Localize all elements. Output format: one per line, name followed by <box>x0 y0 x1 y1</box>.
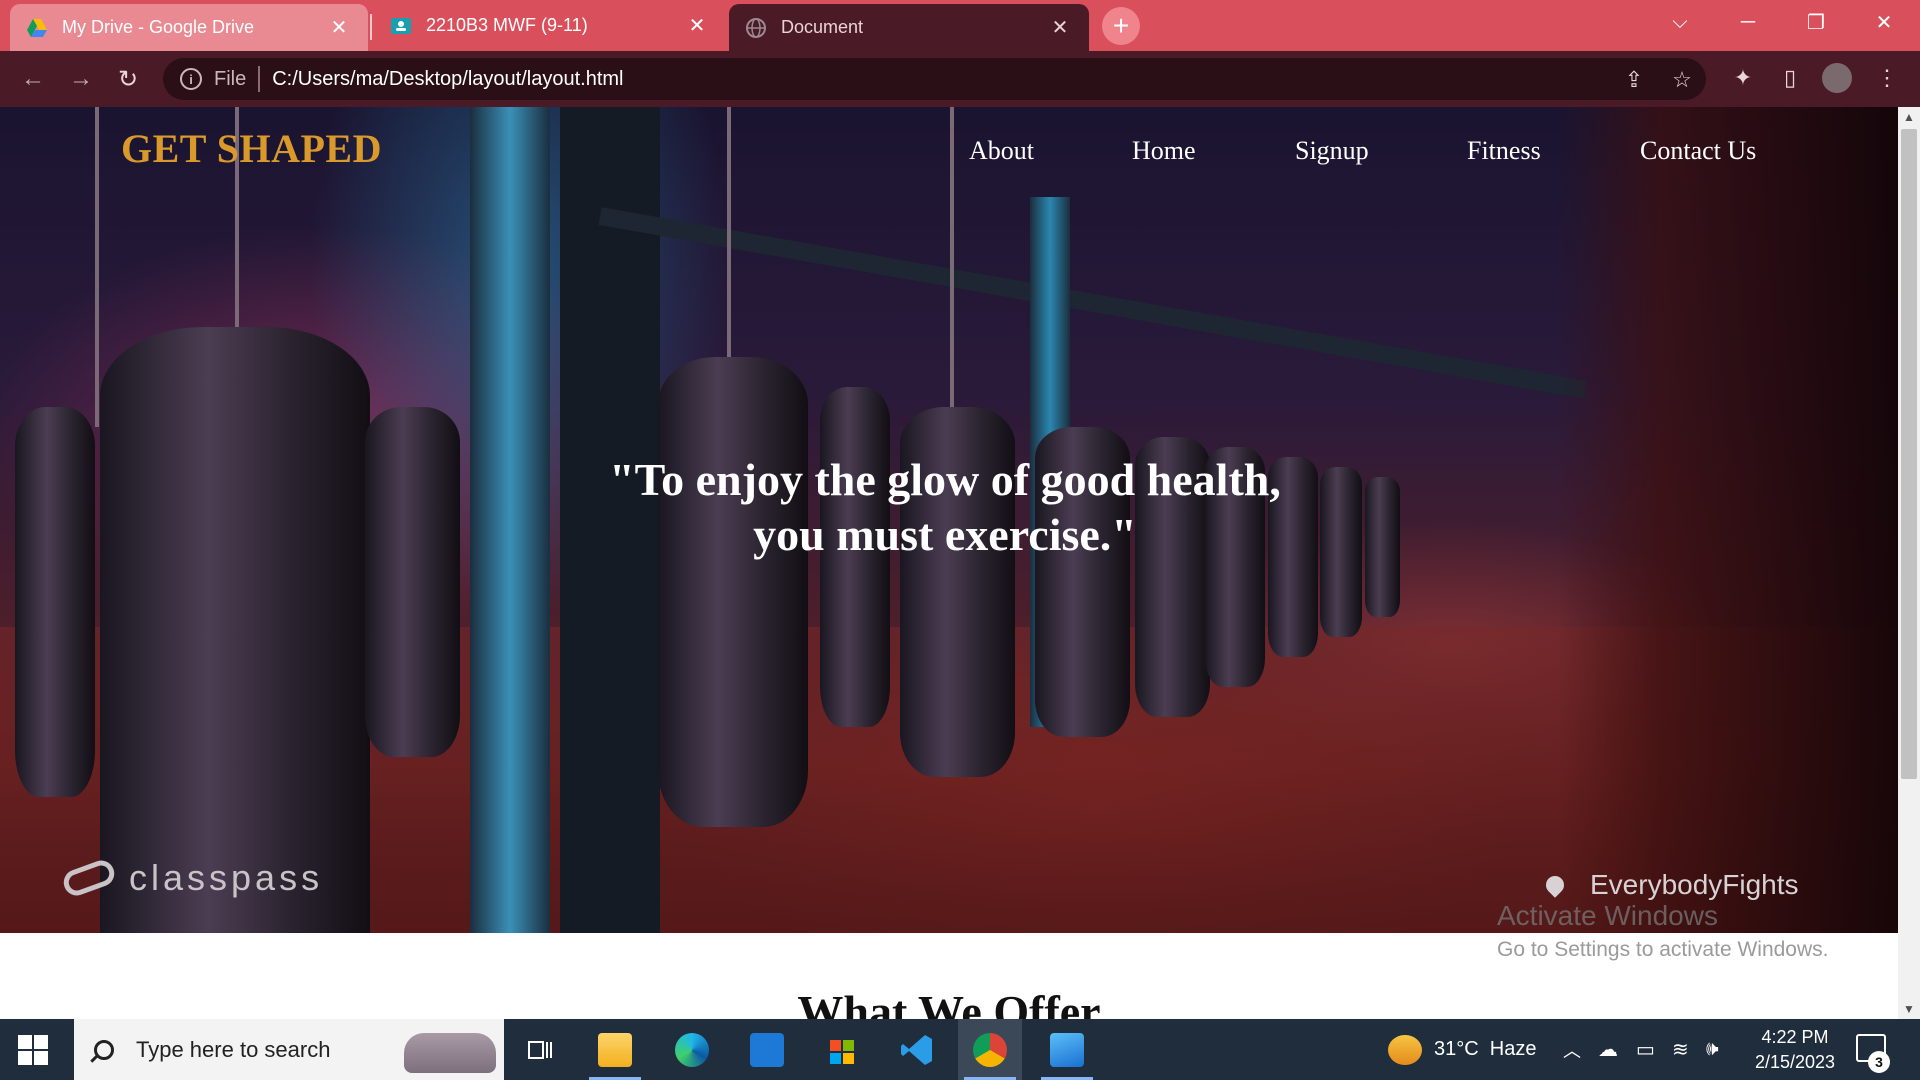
taskbar-clock[interactable]: 4:22 PM 2/15/2023 <box>1740 1025 1850 1075</box>
tab-title: 2210B3 MWF (9-11) <box>426 15 588 35</box>
nav-about[interactable]: About <box>969 136 1034 166</box>
weather-widget[interactable]: 31°C Haze <box>1388 1019 1537 1080</box>
punching-bag <box>1365 477 1400 617</box>
punching-bag <box>365 407 460 757</box>
quote-line-2: you must exercise." <box>753 509 1137 560</box>
quote-line-1: "To enjoy the glow of good health, <box>609 454 1281 505</box>
profile-avatar[interactable] <box>1822 63 1852 93</box>
vscode-icon[interactable] <box>885 1019 949 1080</box>
tab-document[interactable]: Document ✕ <box>729 4 1089 51</box>
forward-icon[interactable]: → <box>65 63 97 95</box>
link-logo-icon <box>60 856 118 900</box>
scroll-up-icon[interactable]: ▲ <box>1898 107 1920 127</box>
wifi-icon[interactable]: ≋ <box>1672 1019 1689 1080</box>
search-highlight-image <box>404 1033 496 1073</box>
nav-contact-us[interactable]: Contact Us <box>1640 136 1756 166</box>
bag-chain <box>95 107 99 427</box>
chrome-icon[interactable] <box>958 1019 1022 1080</box>
mail-icon[interactable] <box>735 1019 799 1080</box>
activate-windows-title: Activate Windows <box>1497 900 1718 931</box>
address-bar[interactable]: i File C:/Users/ma/Desktop/layout/layout… <box>163 58 1706 100</box>
address-url[interactable]: C:/Users/ma/Desktop/layout/layout.html <box>272 68 623 91</box>
photos-icon[interactable] <box>1035 1019 1099 1080</box>
windows-start-icon[interactable] <box>18 1035 48 1065</box>
location-watermark: EverybodyFights <box>1542 869 1799 901</box>
side-panel-icon[interactable]: ▯ <box>1775 63 1805 93</box>
notification-badge: 3 <box>1868 1051 1890 1073</box>
section-title: What We Offer <box>797 986 1101 1019</box>
bag-chain <box>950 107 954 437</box>
back-icon[interactable]: ← <box>17 63 49 95</box>
task-view-icon[interactable] <box>508 1019 572 1080</box>
extensions-icon[interactable]: ✦ <box>1728 63 1758 93</box>
weather-text: 31°C Haze <box>1434 1038 1537 1060</box>
steel-beam <box>470 107 550 933</box>
menu-kebab-icon[interactable]: ⋮ <box>1872 63 1902 93</box>
close-window-icon[interactable]: ✕ <box>1854 0 1914 44</box>
classroom-icon <box>391 17 411 34</box>
tab-search-icon[interactable]: ⌵ <box>1650 0 1710 44</box>
clock-time: 4:22 PM <box>1761 1027 1829 1047</box>
activate-windows-overlay: Activate Windows Go to Settings to activ… <box>1497 900 1829 962</box>
tab-google-drive[interactable]: My Drive - Google Drive ✕ <box>10 4 368 51</box>
scrollbar-thumb[interactable] <box>1901 129 1917 779</box>
tab-classroom[interactable]: 2210B3 MWF (9-11) ✕ <box>374 0 726 51</box>
google-drive-icon <box>27 18 47 37</box>
clock-date: 2/15/2023 <box>1754 1052 1836 1072</box>
browser-toolbar: ← → ↻ i File C:/Users/ma/Desktop/layout/… <box>0 51 1920 107</box>
new-tab-button[interactable]: + <box>1102 7 1140 45</box>
windows-taskbar: Type here to search 31°C Haze ︿ ☁ ▭ ≋ 🕪 … <box>0 1019 1920 1080</box>
reload-icon[interactable]: ↻ <box>112 63 144 95</box>
tab-divider <box>370 14 372 40</box>
location-pin-icon <box>1542 872 1568 898</box>
nav-signup[interactable]: Signup <box>1295 136 1369 166</box>
microsoft-store-icon[interactable] <box>810 1019 874 1080</box>
tab-title: My Drive - Google Drive <box>62 17 255 37</box>
taskbar-search[interactable]: Type here to search <box>74 1019 504 1080</box>
nav-fitness[interactable]: Fitness <box>1467 136 1541 166</box>
scroll-down-icon[interactable]: ▼ <box>1898 999 1920 1019</box>
minimize-icon[interactable]: ─ <box>1718 0 1778 44</box>
activate-windows-subtitle: Go to Settings to activate Windows. <box>1497 938 1829 961</box>
info-icon[interactable]: i <box>180 68 202 90</box>
punching-bag <box>100 327 370 933</box>
punching-bag <box>15 407 95 797</box>
file-explorer-icon[interactable] <box>583 1019 647 1080</box>
close-tab-icon[interactable]: ✕ <box>684 13 710 39</box>
watermark-left-text: classpass <box>129 857 324 898</box>
web-page: GET SHAPED About Home Signup Fitness Con… <box>0 107 1898 1019</box>
share-icon[interactable]: ⇪ <box>1621 67 1647 93</box>
punching-bag <box>658 357 808 827</box>
hero-shadow-right <box>1558 107 1898 933</box>
show-hidden-icons[interactable]: ︿ <box>1563 1019 1581 1080</box>
battery-icon[interactable]: ▭ <box>1636 1019 1655 1080</box>
watermark-right-text: EverybodyFights <box>1590 869 1799 900</box>
address-scheme-label: File <box>214 67 247 90</box>
classpass-watermark: classpass <box>60 856 324 900</box>
bag-chain <box>727 107 731 367</box>
close-tab-icon[interactable]: ✕ <box>326 15 352 41</box>
search-placeholder: Type here to search <box>136 1036 331 1062</box>
edge-icon[interactable] <box>660 1019 724 1080</box>
search-icon <box>94 1039 114 1060</box>
onedrive-icon[interactable]: ☁ <box>1598 1019 1618 1080</box>
tab-strip: My Drive - Google Drive ✕ 2210B3 MWF (9-… <box>0 0 1920 51</box>
tab-title: Document <box>781 17 864 37</box>
close-tab-icon[interactable]: ✕ <box>1047 15 1073 41</box>
globe-icon <box>746 17 766 38</box>
hero-banner: GET SHAPED About Home Signup Fitness Con… <box>0 107 1898 933</box>
site-logo[interactable]: GET SHAPED <box>121 125 382 172</box>
nav-home[interactable]: Home <box>1132 136 1196 166</box>
hero-quote: "To enjoy the glow of good health, you m… <box>540 452 1350 562</box>
bookmark-star-icon[interactable]: ☆ <box>1669 67 1695 93</box>
weather-haze-icon <box>1388 1034 1422 1065</box>
restore-icon[interactable]: ❐ <box>1786 0 1846 44</box>
volume-icon[interactable]: 🕪 <box>1706 1019 1719 1080</box>
page-scrollbar[interactable]: ▲ ▼ <box>1898 107 1920 1019</box>
address-divider <box>258 66 261 92</box>
